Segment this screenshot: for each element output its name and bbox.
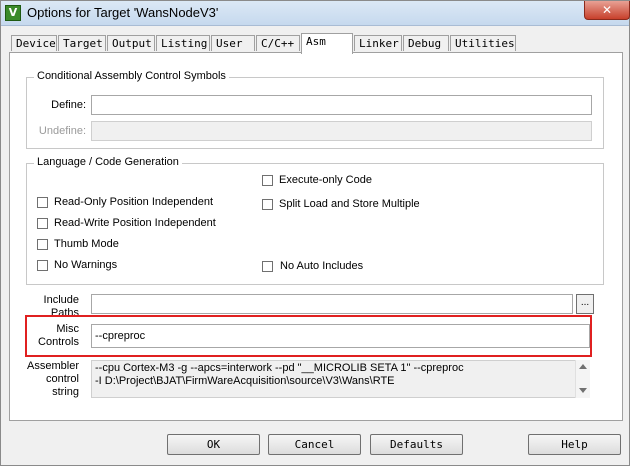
- assembler-control-line-2: -I D:\Project\BJAT\FirmWareAcquisition\s…: [95, 375, 395, 387]
- no-auto-includes-label: No Auto Includes: [280, 260, 364, 272]
- tab-linker[interactable]: Linker: [354, 35, 402, 51]
- no-warnings-label: No Warnings: [54, 259, 118, 271]
- assembler-control-label: Assembler control string: [27, 360, 79, 398]
- no-auto-includes-checkbox[interactable]: [262, 261, 273, 272]
- define-input[interactable]: [91, 95, 592, 115]
- tab-cpp[interactable]: C/C++: [256, 35, 300, 51]
- tab-asm[interactable]: Asm: [301, 33, 353, 54]
- define-label: Define:: [51, 99, 86, 111]
- tab-target[interactable]: Target: [58, 35, 106, 51]
- window-title: Options for Target 'WansNodeV3': [27, 5, 219, 20]
- conditional-assembly-title: Conditional Assembly Control Symbols: [34, 70, 229, 82]
- scroll-up-icon[interactable]: [579, 364, 587, 369]
- tab-debug[interactable]: Debug: [403, 35, 449, 51]
- split-load-store-checkbox[interactable]: [262, 199, 273, 210]
- read-only-pi-checkbox[interactable]: [37, 197, 48, 208]
- close-button[interactable]: ✕: [584, 1, 630, 20]
- assembler-control-line-1: --cpu Cortex-M3 -g --apcs=interwork --pd…: [95, 362, 464, 374]
- execute-only-label: Execute-only Code: [279, 174, 372, 186]
- cancel-button[interactable]: Cancel: [268, 434, 361, 455]
- scroll-down-icon[interactable]: [579, 388, 587, 393]
- help-button[interactable]: Help: [528, 434, 621, 455]
- tab-listing[interactable]: Listing: [156, 35, 210, 51]
- language-code-title: Language / Code Generation: [34, 156, 182, 168]
- keil-app-icon: V: [5, 5, 21, 21]
- ok-button[interactable]: OK: [167, 434, 260, 455]
- defaults-button[interactable]: Defaults: [370, 434, 463, 455]
- options-dialog: V Options for Target 'WansNodeV3' ✕ Devi…: [0, 0, 630, 466]
- include-paths-input[interactable]: [91, 294, 573, 314]
- red-highlight-box: [25, 315, 592, 357]
- thumb-mode-label: Thumb Mode: [54, 238, 119, 250]
- split-load-store-label: Split Load and Store Multiple: [279, 198, 420, 210]
- tab-output[interactable]: Output: [107, 35, 155, 51]
- execute-only-checkbox[interactable]: [262, 175, 273, 186]
- assembler-control-string: --cpu Cortex-M3 -g --apcs=interwork --pd…: [91, 360, 589, 398]
- read-write-pi-checkbox[interactable]: [37, 218, 48, 229]
- undefine-input: [91, 121, 592, 141]
- assembler-scrollbar[interactable]: [575, 360, 590, 398]
- thumb-mode-checkbox[interactable]: [37, 239, 48, 250]
- tab-strip: Device Target Output Listing User C/C++ …: [1, 33, 630, 54]
- read-only-pi-label: Read-Only Position Independent: [54, 196, 213, 208]
- tab-device[interactable]: Device: [11, 35, 57, 51]
- title-bar[interactable]: V Options for Target 'WansNodeV3' ✕: [1, 1, 630, 26]
- include-paths-browse-button[interactable]: ...: [576, 294, 594, 314]
- undefine-label: Undefine:: [38, 125, 86, 137]
- tab-utilities[interactable]: Utilities: [450, 35, 516, 51]
- no-warnings-checkbox[interactable]: [37, 260, 48, 271]
- tab-user[interactable]: User: [211, 35, 255, 51]
- read-write-pi-label: Read-Write Position Independent: [54, 217, 216, 229]
